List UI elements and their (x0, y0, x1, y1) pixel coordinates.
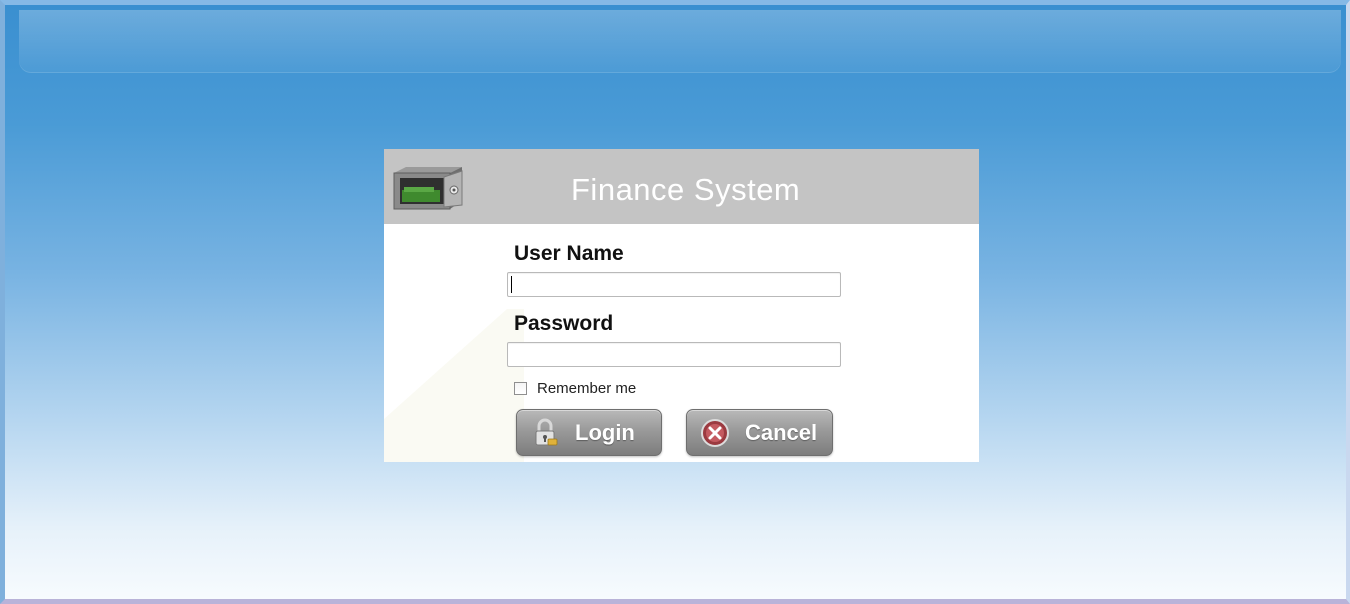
username-input[interactable] (507, 272, 841, 297)
cancel-button-label: Cancel (745, 419, 818, 445)
cancel-icon (701, 418, 729, 447)
dialog-header: Finance System (384, 149, 979, 224)
remember-me-label: Remember me (537, 380, 637, 397)
username-label: User Name (514, 242, 624, 265)
safe-icon (393, 167, 463, 210)
cancel-button[interactable]: Cancel (686, 409, 833, 456)
remember-me-checkbox[interactable] (514, 382, 527, 395)
decorative-watermark (384, 309, 524, 462)
password-label: Password (514, 312, 614, 335)
remember-me-option[interactable]: Remember me (514, 380, 636, 397)
dialog-title: Finance System (571, 172, 801, 207)
login-button-label: Login (575, 419, 635, 445)
login-dialog: Finance System User Name Password Rememb… (384, 149, 979, 462)
text-caret (511, 276, 512, 293)
top-banner (19, 10, 1341, 72)
login-button[interactable]: Login (516, 409, 662, 456)
padlock-icon (535, 418, 558, 445)
password-input[interactable] (507, 342, 841, 367)
